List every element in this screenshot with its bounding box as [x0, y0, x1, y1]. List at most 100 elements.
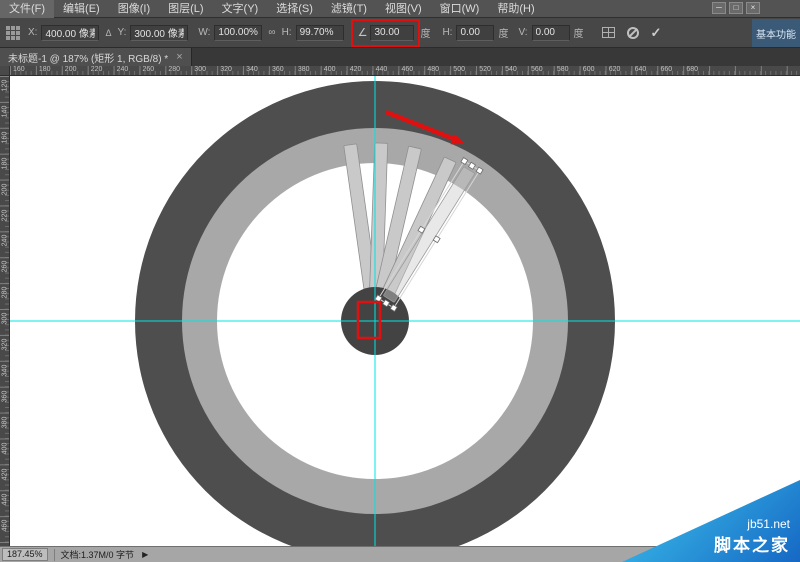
ruler-label: 500: [453, 66, 465, 73]
ruler-label: 400: [2, 440, 9, 456]
reference-point-grid-icon[interactable]: [6, 26, 20, 40]
ruler-label: 340: [246, 66, 258, 73]
ruler-label: 300: [194, 66, 206, 73]
menu-item-type[interactable]: 文字(Y): [213, 0, 268, 18]
y-position-input[interactable]: [130, 25, 188, 41]
ruler-label: 420: [350, 66, 362, 73]
ruler-corner[interactable]: [0, 66, 10, 76]
ruler-label: 180: [39, 66, 51, 73]
width-label: W:: [198, 27, 210, 38]
ruler-label: 320: [220, 66, 232, 73]
ruler-label: 460: [2, 518, 9, 534]
ruler-label: 680: [686, 66, 698, 73]
ruler-label: 240: [2, 233, 9, 249]
document-size-info: 文档:1.37M/0 字节: [61, 548, 135, 561]
menu-item-help[interactable]: 帮助(H): [488, 0, 543, 18]
zoom-level-field[interactable]: 187.45%: [2, 548, 48, 561]
ruler-label: 640: [635, 66, 647, 73]
transform-confirm-group: ✓: [602, 25, 662, 41]
window-controls: ─ □ ×: [712, 2, 760, 14]
skew-v-unit-label: 度: [574, 25, 584, 40]
menu-item-view[interactable]: 视图(V): [376, 0, 431, 18]
skew-h-unit-label: 度: [498, 25, 508, 40]
status-divider: [54, 549, 55, 561]
ruler-label: 540: [505, 66, 517, 73]
menu-item-layer[interactable]: 图层(L): [159, 0, 212, 18]
ruler-vertical[interactable]: 1201401601802002202402602803003203403603…: [0, 76, 10, 546]
minimize-button[interactable]: ─: [712, 2, 726, 14]
width-scale-input[interactable]: [214, 25, 262, 41]
ruler-label: 420: [2, 466, 9, 482]
rotation-angle-input[interactable]: [370, 25, 414, 41]
menu-item-edit[interactable]: 编辑(E): [54, 0, 109, 18]
menu-item-filter[interactable]: 滤镜(T): [322, 0, 376, 18]
menu-item-window[interactable]: 窗口(W): [431, 0, 489, 18]
skew-h-label: H:: [442, 27, 452, 38]
document-canvas[interactable]: [10, 76, 800, 546]
ruler-label: 360: [2, 388, 9, 404]
menu-item-select[interactable]: 选择(S): [267, 0, 322, 18]
menu-item-file[interactable]: 文件(F): [0, 0, 54, 18]
skew-h-input[interactable]: [456, 25, 494, 41]
watermark-url: jb51.net: [714, 517, 790, 531]
tab-close-icon[interactable]: ×: [176, 51, 182, 63]
document-tab-bar: 未标题-1 @ 187% (矩形 1, RGB/8) * ×: [0, 48, 800, 66]
ruler-label: 400: [324, 66, 336, 73]
cancel-transform-icon[interactable]: [627, 27, 639, 39]
ruler-label: 440: [376, 66, 388, 73]
maximize-button[interactable]: □: [729, 2, 743, 14]
angle-icon: ∠: [358, 26, 368, 39]
transform-options-bar: X: Δ Y: W: ∞ H: ∠ 度 H: 度 V: 度 ✓: [0, 18, 800, 48]
x-position-input[interactable]: [41, 25, 99, 41]
angle-unit-label: 度: [420, 25, 430, 40]
ruler-label: 320: [2, 337, 9, 353]
ruler-label: 560: [531, 66, 543, 73]
ruler-label: 200: [65, 66, 77, 73]
height-label: H:: [282, 27, 292, 38]
ruler-label: 280: [168, 66, 180, 73]
rotation-angle-group: ∠: [356, 25, 417, 41]
ruler-label: 600: [583, 66, 595, 73]
ruler-label: 460: [402, 66, 414, 73]
document-tab-title: 未标题-1 @ 187% (矩形 1, RGB/8) *: [8, 50, 168, 65]
ruler-label: 520: [479, 66, 491, 73]
ruler-label: 480: [427, 66, 439, 73]
workspace-switcher-button[interactable]: 基本功能: [752, 19, 800, 47]
height-scale-input[interactable]: [296, 25, 344, 41]
ruler-label: 260: [2, 259, 9, 275]
menu-bar: 文件(F) 编辑(E) 图像(I) 图层(L) 文字(Y) 选择(S) 滤镜(T…: [0, 0, 800, 18]
watermark-site-name: 脚本之家: [714, 531, 790, 556]
ruler-label: 380: [2, 414, 9, 430]
skew-v-input[interactable]: [532, 25, 570, 41]
ruler-label: 220: [91, 66, 103, 73]
ruler-label: 620: [609, 66, 621, 73]
ruler-label: 580: [557, 66, 569, 73]
ruler-label: 160: [13, 66, 25, 73]
x-label: X:: [28, 27, 37, 38]
skew-v-label: V:: [518, 27, 527, 38]
ruler-label: 380: [298, 66, 310, 73]
warp-mode-icon[interactable]: [602, 27, 615, 38]
ruler-label: 120: [2, 78, 9, 94]
y-label: Y:: [117, 27, 126, 38]
menu-item-image[interactable]: 图像(I): [109, 0, 159, 18]
link-dimensions-icon[interactable]: ∞: [266, 27, 277, 38]
ruler-label: 180: [2, 155, 9, 171]
ruler-label: 140: [2, 103, 9, 119]
ruler-label: 260: [143, 66, 155, 73]
ruler-label: 280: [2, 285, 9, 301]
ruler-label: 240: [117, 66, 129, 73]
status-expand-icon[interactable]: ▶: [142, 550, 148, 559]
ruler-label: 360: [272, 66, 284, 73]
canvas-artwork: [10, 76, 800, 546]
ruler-label: 340: [2, 362, 9, 378]
ruler-label: 200: [2, 181, 9, 197]
relative-position-icon[interactable]: Δ: [103, 28, 113, 38]
ruler-label: 160: [2, 129, 9, 145]
ruler-label: 660: [661, 66, 673, 73]
ruler-horizontal[interactable]: 160 180 200 220 240 260 280 300 320 340 360 380 400 4…: [10, 66, 800, 76]
commit-transform-icon[interactable]: ✓: [651, 25, 662, 41]
ruler-label: 300: [2, 311, 9, 327]
close-button[interactable]: ×: [746, 2, 760, 14]
document-tab[interactable]: 未标题-1 @ 187% (矩形 1, RGB/8) * ×: [0, 48, 192, 66]
